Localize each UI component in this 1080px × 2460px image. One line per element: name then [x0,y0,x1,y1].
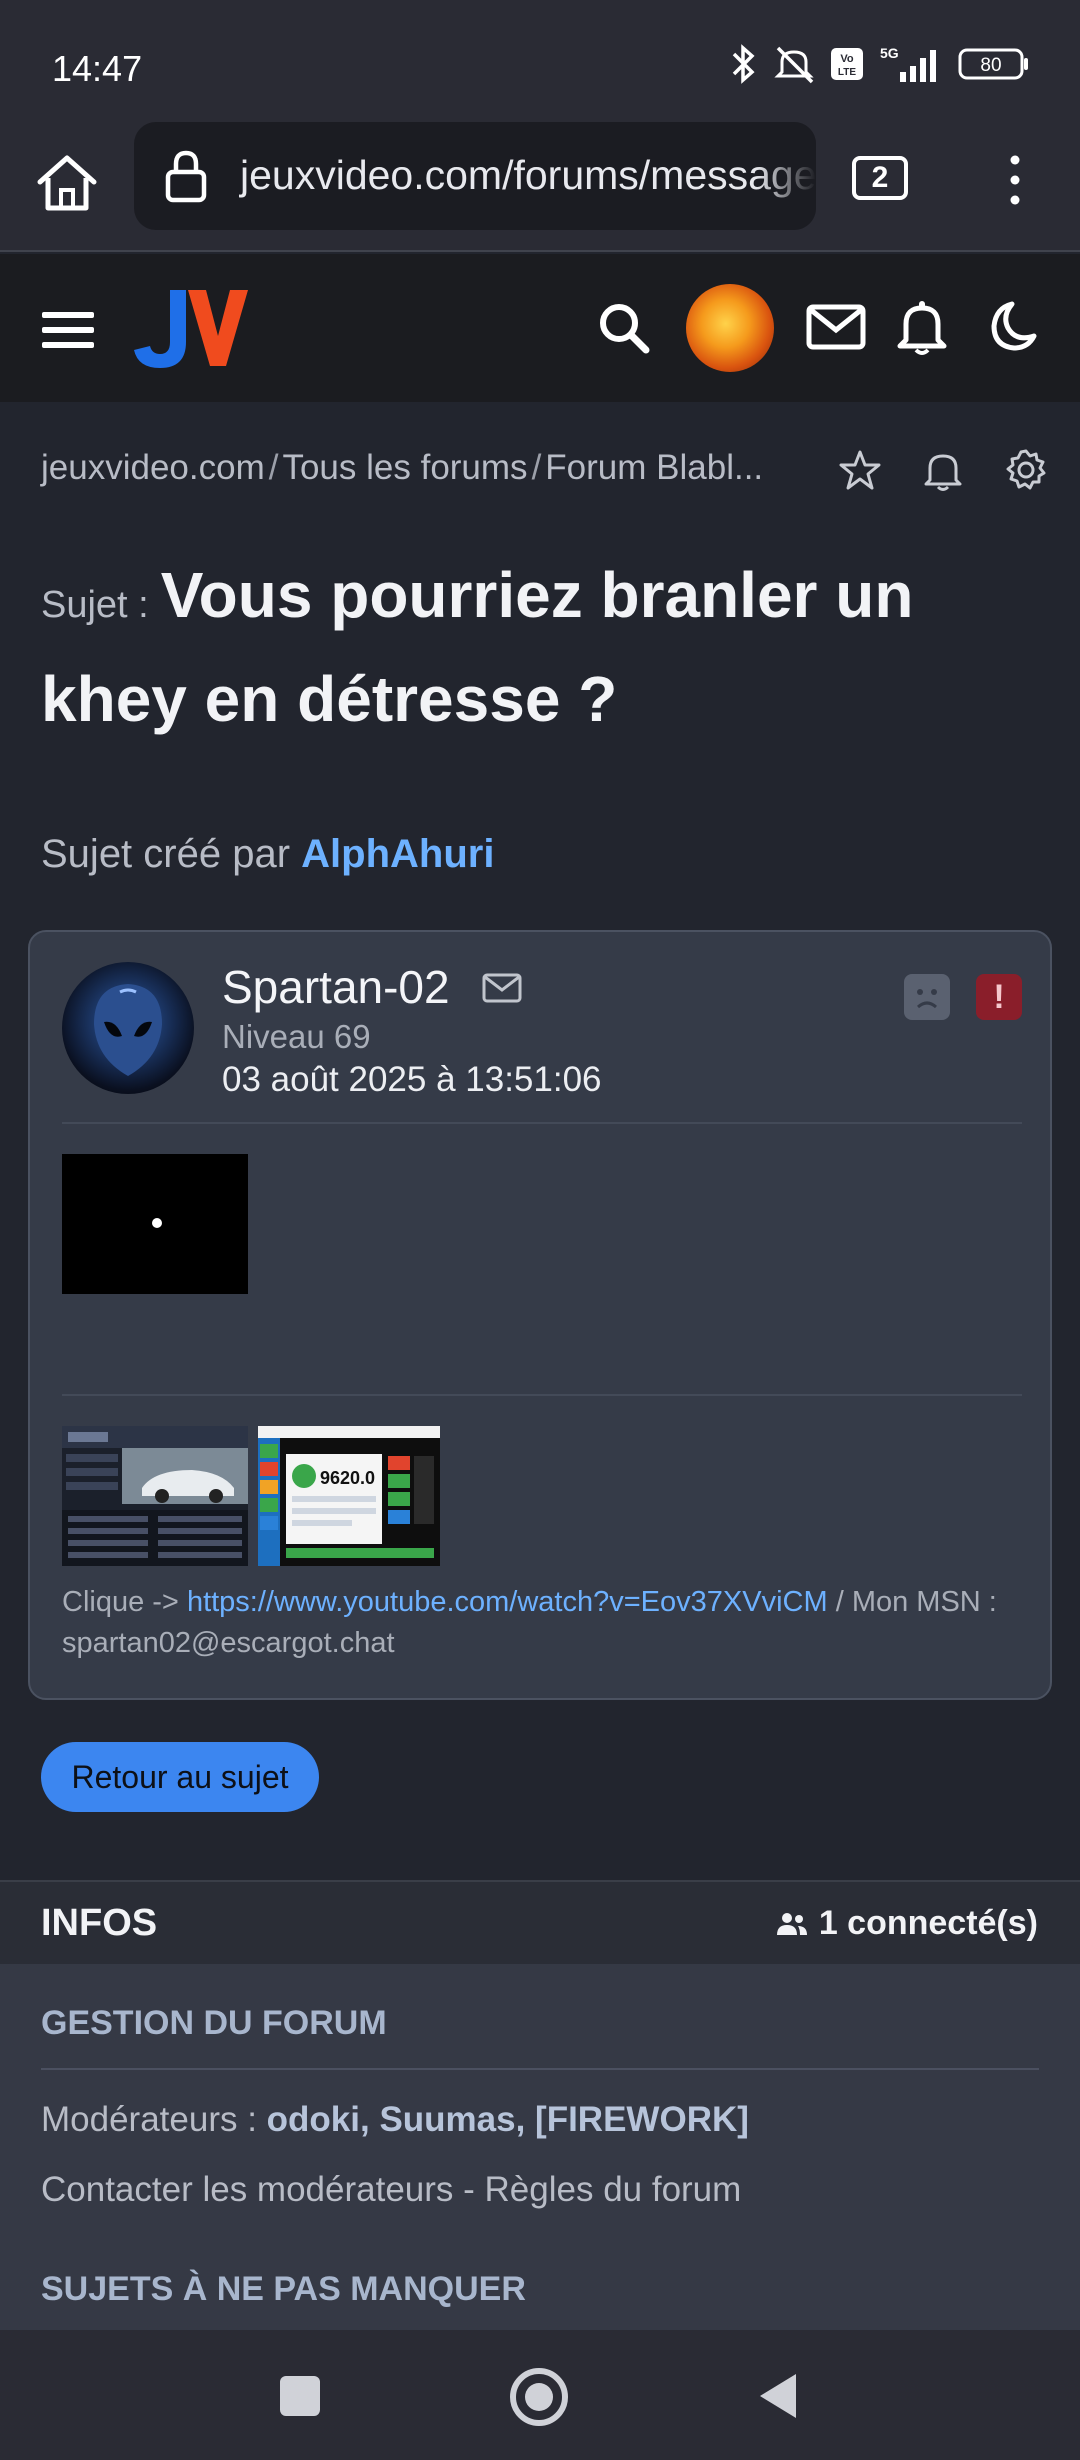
signature-image-benchmark[interactable]: 9620.0 [258,1426,440,1566]
home-button[interactable] [510,2368,568,2426]
svg-text:LTE: LTE [838,67,856,78]
moderators-list[interactable]: odoki, Suumas, [FIREWORK] [267,2100,749,2139]
bluetooth-icon [732,44,755,84]
divider [41,2068,1039,2070]
created-by-label: Sujet créé par [41,832,291,876]
address-bar[interactable]: jeuxvideo.com/forums/message/ [134,122,816,230]
moderators-label: Modérateurs : [41,2100,257,2139]
browser-toolbar: jeuxvideo.com/forums/message/ 2 [0,122,1080,252]
back-to-topic-button[interactable]: Retour au sujet [41,1742,319,1812]
battery-icon: 80 [958,48,1028,80]
benchmark-score: 9620.0 [320,1468,375,1488]
network-label: 5G [880,45,899,61]
lock-icon [165,150,207,203]
post-author-level: Niveau 69 [222,1018,371,1055]
battery-level: 80 [980,55,1001,76]
post-signature: Clique -> https://www.youtube.com/watch?… [62,1582,1022,1664]
jv-logo[interactable] [130,284,250,372]
system-navigation-bar [0,2330,1080,2460]
site-header [0,254,1080,402]
post-image-black[interactable] [62,1154,248,1294]
search-icon[interactable] [596,300,652,356]
topic-author-link[interactable]: AlphAhuri [301,832,494,876]
hamburger-menu-icon[interactable] [42,310,94,350]
svg-text:Vo: Vo [840,53,854,65]
favorite-star-icon[interactable] [838,448,882,492]
notification-bell-icon[interactable] [896,298,948,356]
breadcrumb-item-home[interactable]: jeuxvideo.com [41,448,265,487]
signature-prefix: Clique -> [62,1586,179,1618]
post-date[interactable]: 03 août 2025 à 13:51:06 [222,1060,602,1100]
users-icon [776,1912,807,1935]
status-bar: 14:47 Vo LTE 5G 80 [0,0,1080,122]
breadcrumb: jeuxvideo.com / Tous les forums / Forum Blab… [41,448,764,487]
infos-panel: GESTION DU FORUM Modérateurs : odoki, Su… [0,1964,1080,2330]
topic-title: Sujet : Vous pourriez branler un khey en … [41,552,1041,760]
home-icon[interactable] [32,148,102,218]
status-time: 14:47 [52,48,143,89]
sad-face-button[interactable] [904,974,950,1020]
back-button[interactable] [760,2374,796,2418]
must-see-topics-heading: SUJETS À NE PAS MANQUER [41,2270,526,2308]
connected-text: 1 connecté(s) [818,1904,1038,1942]
breadcrumb-item-forums[interactable]: Tous les forums [282,448,527,487]
alien-avatar-image [94,984,162,1076]
post-card: Spartan-02 Niveau 69 03 août 2025 à 13:5… [28,930,1052,1700]
topic-actions [838,448,1048,492]
signature-image-car[interactable] [62,1426,248,1566]
mute-icon [774,46,814,84]
private-message-icon[interactable] [482,972,522,1004]
user-avatar[interactable] [686,284,774,372]
mail-icon[interactable] [806,302,866,352]
dark-mode-icon[interactable] [982,298,1038,354]
recent-apps-button[interactable] [280,2376,320,2416]
connected-count: 1 connecté(s) [775,1904,1038,1943]
post-author-avatar[interactable] [62,962,194,1094]
moderators-line: Modérateurs : odoki, Suumas, [FIREWORK] [41,2100,749,2140]
tab-switcher-button[interactable]: 2 [852,156,908,200]
topic-title-text: Vous pourriez branler un khey en détress… [41,559,914,735]
settings-gear-icon[interactable] [1004,448,1048,492]
forum-management-heading: GESTION DU FORUM [41,2004,387,2042]
follow-bell-icon[interactable] [922,448,964,492]
status-icons: Vo LTE 5G 80 [730,44,1030,84]
topic-prefix: Sujet : [41,584,149,626]
sad-face-icon [917,989,937,1009]
infos-title: INFOS [41,1902,158,1944]
divider [62,1122,1022,1124]
url-text: jeuxvideo.com/forums/message/ [240,152,816,198]
infos-header: INFOS 1 connecté(s) [0,1880,1080,1964]
volte-icon: Vo LTE [831,48,863,80]
signal-icon: 5G [880,45,936,82]
more-menu-icon[interactable] [1000,150,1030,210]
post-author-name[interactable]: Spartan-02 [222,960,450,1014]
contact-moderators-link[interactable]: Contacter les modérateurs - Règles du fo… [41,2170,741,2210]
report-button[interactable]: ! [976,974,1022,1020]
signature-youtube-link[interactable]: https://www.youtube.com/watch?v=Eov37XVv… [187,1586,828,1618]
breadcrumb-item-forum[interactable]: Forum Blabl... [545,448,763,487]
topic-author-line: Sujet créé par AlphAhuri [41,832,494,877]
signature-divider [62,1394,1022,1396]
